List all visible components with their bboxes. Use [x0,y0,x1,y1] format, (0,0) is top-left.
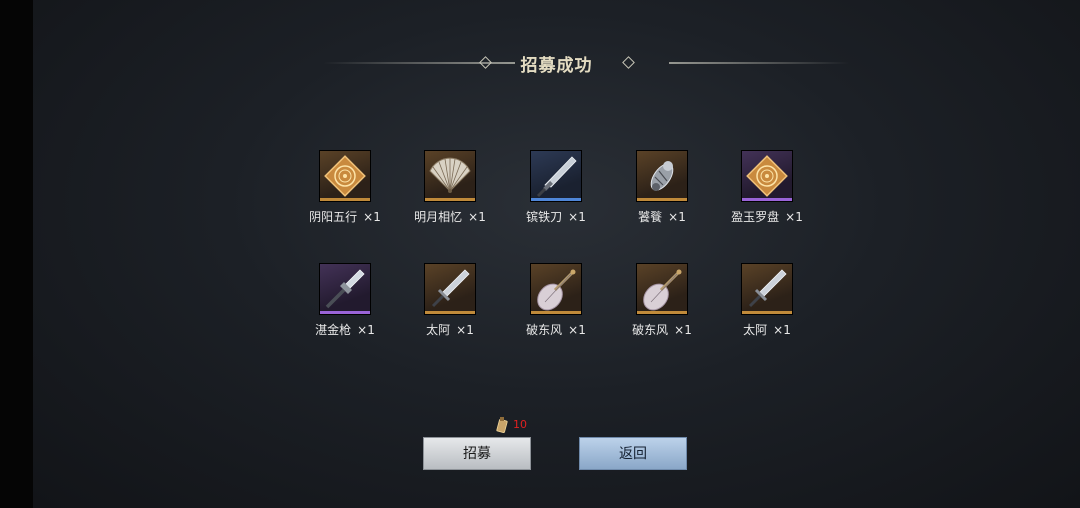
beast-gauntlet-icon [650,161,674,191]
spear-icon [325,269,365,309]
reward-item[interactable]: 太阿 ×1 [712,263,822,343]
item-name: 湛金枪 [315,323,352,337]
left-edge-bar [0,0,33,508]
item-name: 盈玉罗盘 [731,210,780,224]
item-label: 饕餮 ×1 [607,208,717,225]
bagua-plate-icon [324,155,366,197]
recruit-token-icon [496,417,508,434]
item-count: ×1 [363,210,381,224]
item-count: ×1 [357,323,375,337]
sword-icon [748,269,787,308]
reward-item[interactable]: 明月相忆 ×1 [395,150,505,230]
item-name: 饕餮 [638,210,663,224]
reward-item[interactable]: 盈玉罗盘 ×1 [712,150,822,230]
back-button[interactable]: 返回 [579,437,687,470]
item-label: 镔铁刀 ×1 [501,208,611,225]
reward-item[interactable]: 阴阳五行 ×1 [290,150,400,230]
item-slot [424,263,476,315]
pipa-icon [537,269,576,311]
reward-item[interactable]: 破东风 ×1 [607,263,717,343]
item-name: 镔铁刀 [526,210,563,224]
item-slot [741,263,793,315]
title-divider-right [669,62,849,64]
reward-item[interactable]: 饕餮 ×1 [607,150,717,230]
item-slot [319,263,371,315]
item-count: ×1 [668,210,686,224]
item-label: 阴阳五行 ×1 [290,208,400,225]
page-title: 招募成功 [520,56,593,76]
item-label: 破东风 ×1 [501,321,611,338]
saber-icon [536,156,577,198]
item-count: ×1 [674,323,692,337]
cost-amount: 10 [513,418,527,431]
item-name: 破东风 [526,323,563,337]
recruit-result-panel: 招募成功 阴阳五行 ×1 明月相忆 ×1 镔铁刀 ×1 饕餮 ×1 盈玉罗盘 ×… [33,0,1080,508]
reward-item[interactable]: 破东风 ×1 [501,263,611,343]
item-slot [741,150,793,202]
item-label: 太阿 ×1 [712,321,822,338]
item-label: 破东风 ×1 [607,321,717,338]
item-name: 阴阳五行 [309,210,358,224]
item-count: ×1 [568,323,586,337]
title-banner: 招募成功 [33,46,1080,80]
recruit-button[interactable]: 招募 [423,437,531,470]
item-slot [319,150,371,202]
item-slot [636,150,688,202]
item-name: 破东风 [632,323,669,337]
compass-plate-icon [746,155,788,197]
reward-item[interactable]: 湛金枪 ×1 [290,263,400,343]
item-name: 太阿 [743,323,768,337]
item-label: 明月相忆 ×1 [395,208,505,225]
item-slot [636,263,688,315]
folding-fan-icon [429,157,471,193]
item-label: 太阿 ×1 [395,321,505,338]
pipa-icon [643,269,682,311]
item-label: 湛金枪 ×1 [290,321,400,338]
item-name: 明月相忆 [414,210,463,224]
item-count: ×1 [456,323,474,337]
reward-item[interactable]: 镔铁刀 ×1 [501,150,611,230]
item-label: 盈玉罗盘 ×1 [712,208,822,225]
reward-item[interactable]: 太阿 ×1 [395,263,505,343]
item-slot [530,150,582,202]
item-count: ×1 [568,210,586,224]
item-count: ×1 [773,323,791,337]
item-slot [530,263,582,315]
item-slot [424,150,476,202]
item-count: ×1 [785,210,803,224]
item-count: ×1 [468,210,486,224]
sword-icon [431,269,470,308]
item-name: 太阿 [426,323,451,337]
